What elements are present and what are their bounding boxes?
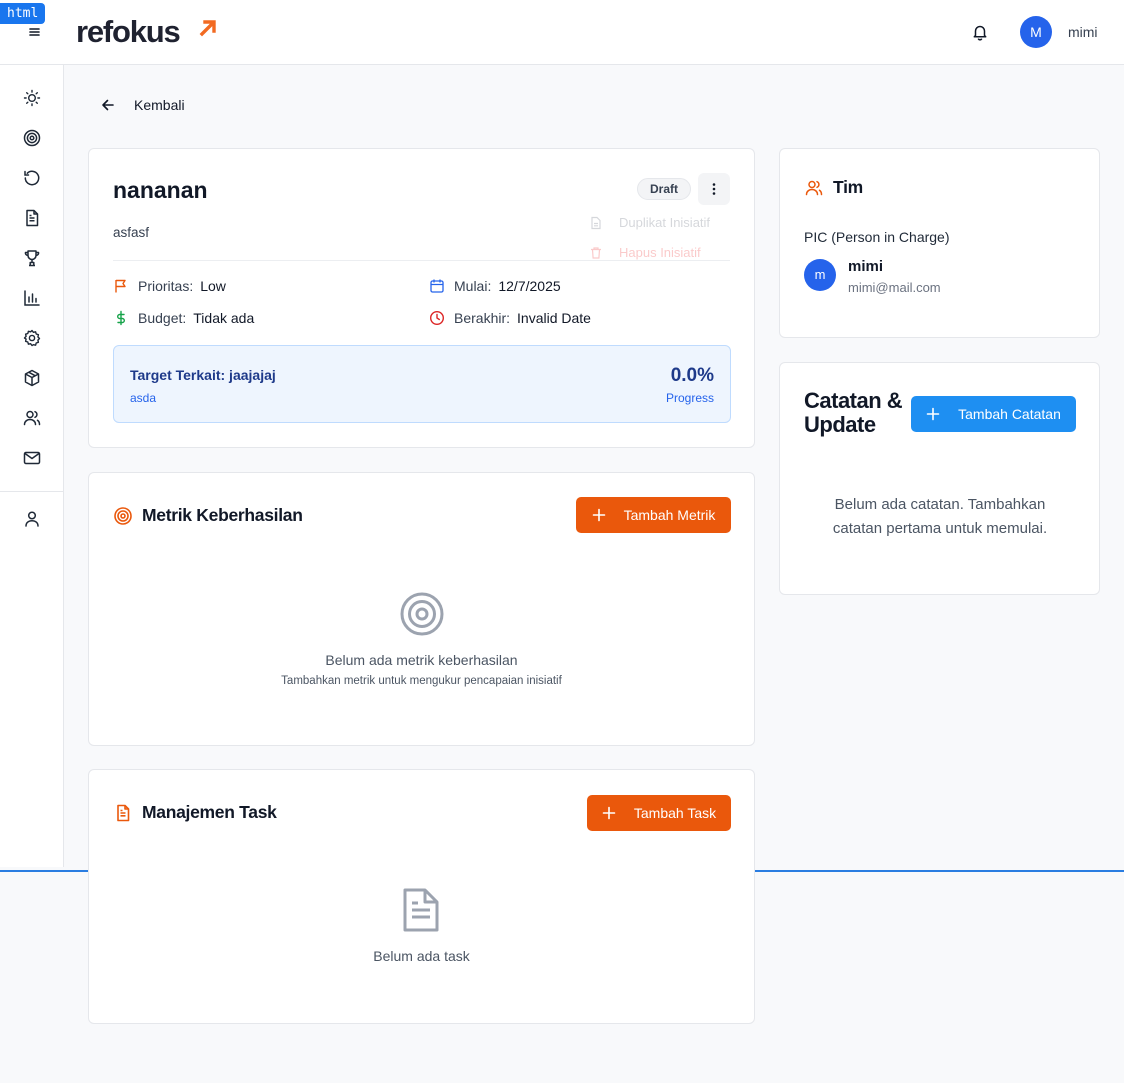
- options-dropdown: Duplikat Inisiatif Hapus Inisiatif: [577, 205, 731, 273]
- tasks-empty-title: Belum ada task: [373, 948, 470, 964]
- document-icon: [591, 216, 601, 229]
- metrics-empty-subtitle: Tambahkan metrik untuk mengukur pencapai…: [281, 675, 562, 687]
- target-progress-label: Progress: [665, 391, 714, 405]
- notes-title: Catatan & Update: [804, 388, 903, 437]
- bar-chart-icon[interactable]: [22, 288, 42, 308]
- trash-icon: [591, 246, 601, 259]
- user-avatar[interactable]: M: [1020, 16, 1052, 48]
- sidebar: [0, 65, 64, 867]
- pic-email: mimi@mail.com: [848, 280, 941, 295]
- end-label: Berakhir:: [454, 310, 511, 326]
- app-logo[interactable]: refokus: [76, 14, 181, 50]
- metrics-header: Metrik Keberhasilan: [113, 505, 303, 526]
- menu-item-label: Duplikat Inisiatif: [619, 215, 711, 230]
- plus-icon: [592, 508, 605, 522]
- tasks-header: Manajemen Task: [113, 802, 277, 823]
- settings-icon[interactable]: [22, 328, 42, 348]
- divider: [113, 260, 730, 261]
- history-icon[interactable]: [22, 168, 42, 188]
- initiative-description: asfasf: [113, 225, 150, 240]
- team-card: Tim PIC (Person in Charge) m mimi mimi@m…: [779, 148, 1100, 338]
- back-label: Kembali: [134, 97, 185, 113]
- target-icon[interactable]: [22, 128, 42, 148]
- clock-icon: [429, 310, 445, 326]
- username[interactable]: mimi: [1068, 24, 1098, 40]
- metrics-title: Metrik Keberhasilan: [142, 505, 303, 525]
- initiative-title: nananan: [113, 177, 208, 203]
- metrics-empty-title: Belum ada metrik keberhasilan: [325, 652, 518, 668]
- start-value: 12/7/2025: [498, 278, 561, 294]
- team-header: Tim: [804, 177, 863, 198]
- target-subtitle: asda: [130, 391, 157, 405]
- plus-icon: [926, 407, 940, 421]
- add-task-label: Tambah Task: [633, 805, 717, 821]
- add-note-label: Tambah Catatan: [958, 406, 1061, 422]
- calendar-icon: [430, 279, 444, 293]
- target-icon: [114, 506, 132, 525]
- start-date-row: Mulai: 12/7/2025: [429, 278, 561, 294]
- mail-icon[interactable]: [22, 448, 42, 468]
- sun-icon[interactable]: [22, 88, 42, 108]
- more-vertical-icon: [712, 183, 716, 195]
- status-badge: Draft: [637, 178, 692, 200]
- flag-icon: [115, 279, 126, 293]
- top-bar: refokus M mimi: [0, 0, 1124, 65]
- related-target-box[interactable]: Target Terkait: jaajajaj asda 0.0% Progr…: [113, 345, 731, 423]
- back-button[interactable]: Kembali: [100, 97, 185, 113]
- hamburger-menu-icon[interactable]: [24, 22, 44, 42]
- users-icon[interactable]: [22, 408, 42, 428]
- target-title: Target Terkait: jaajajaj: [130, 367, 276, 383]
- add-metric-label: Tambah Metrik: [623, 507, 716, 523]
- target-progress-value: 0.0%: [670, 365, 714, 386]
- plus-icon: [602, 806, 616, 820]
- metrics-card: Metrik Keberhasilan Tambah Metrik Belum …: [88, 472, 755, 746]
- add-task-button[interactable]: Tambah Task: [587, 795, 731, 831]
- dollar-icon: [117, 310, 125, 326]
- pic-label: PIC (Person in Charge): [804, 229, 950, 245]
- end-date-row: Berakhir: Invalid Date: [429, 310, 591, 326]
- document-icon: [403, 888, 439, 932]
- budget-value: Tidak ada: [193, 310, 255, 326]
- document-icon[interactable]: [22, 208, 42, 228]
- team-title: Tim: [833, 177, 863, 197]
- html-badge: html: [0, 3, 46, 24]
- user-icon[interactable]: [22, 509, 42, 529]
- add-metric-button[interactable]: Tambah Metrik: [576, 497, 731, 533]
- pic-name: mimi: [848, 258, 884, 275]
- tasks-card: Manajemen Task Tambah Task Belum ada tas…: [88, 769, 755, 1024]
- menu-item-label: Hapus Inisiatif: [619, 245, 701, 260]
- priority-row: Prioritas: Low: [113, 278, 226, 294]
- target-icon: [400, 592, 444, 636]
- tasks-title: Manajemen Task: [142, 802, 277, 822]
- priority-label: Prioritas:: [138, 278, 194, 294]
- sidebar-divider: [0, 491, 63, 492]
- logo-arrow-icon: [199, 20, 216, 37]
- menu-item-delete[interactable]: Hapus Inisiatif: [589, 245, 701, 260]
- initiative-card: nananan asfasf Draft Duplikat Inisiatif …: [88, 148, 755, 448]
- budget-label: Budget:: [138, 310, 187, 326]
- priority-value: Low: [200, 278, 226, 294]
- more-options-button[interactable]: [698, 173, 730, 205]
- document-icon: [117, 804, 130, 821]
- box-icon[interactable]: [22, 368, 42, 388]
- notes-empty-text: Belum ada catatan. Tambahkan catatan per…: [832, 496, 1048, 537]
- arrow-left-icon: [102, 99, 114, 111]
- start-label: Mulai:: [454, 278, 492, 294]
- users-icon: [805, 180, 823, 195]
- trophy-icon[interactable]: [22, 248, 42, 268]
- add-note-button[interactable]: Tambah Catatan: [911, 396, 1076, 432]
- notes-card: Catatan & Update Tambah Catatan Belum ad…: [779, 362, 1100, 595]
- pic-avatar: m: [804, 259, 836, 291]
- menu-item-duplicate[interactable]: Duplikat Inisiatif: [589, 215, 710, 230]
- budget-row: Budget: Tidak ada: [113, 310, 254, 326]
- notification-bell-icon[interactable]: [970, 22, 990, 42]
- end-value: Invalid Date: [517, 310, 591, 326]
